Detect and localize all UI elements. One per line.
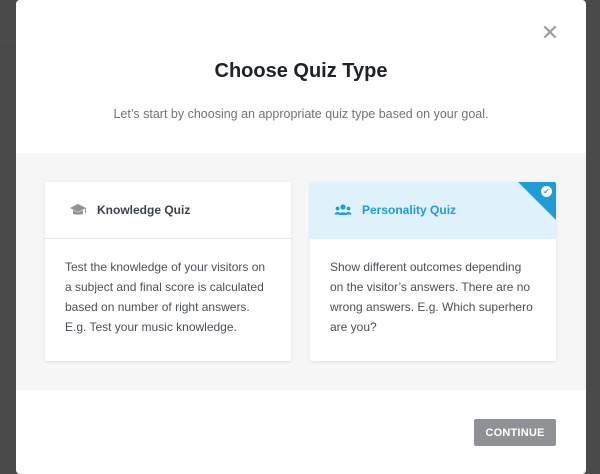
users-icon [334,203,352,217]
continue-button[interactable]: CONTINUE [474,419,556,446]
card-description: Test the knowledge of your visitors on a… [65,260,266,334]
personality-quiz-card[interactable]: Personality Quiz Show different outcomes… [310,182,556,361]
check-icon: ✓ [541,186,552,197]
modal-title: Choose Quiz Type [214,60,388,82]
card-title: Knowledge Quiz [97,203,191,217]
backdrop-fragment: … [2,30,14,44]
close-icon[interactable]: ✕ [540,22,560,44]
modal-subtitle: Let’s start by choosing an appropriate q… [113,107,489,121]
choose-quiz-type-modal: ✕ Choose Quiz Type Let’s start by choosi… [16,0,586,474]
card-title: Personality Quiz [362,203,457,217]
graduation-cap-icon [69,203,87,217]
card-header: Knowledge Quiz [45,182,291,239]
knowledge-quiz-card[interactable]: Knowledge Quiz Test the knowledge of you… [45,182,291,361]
card-description: Show different outcomes depending on the… [330,260,533,334]
